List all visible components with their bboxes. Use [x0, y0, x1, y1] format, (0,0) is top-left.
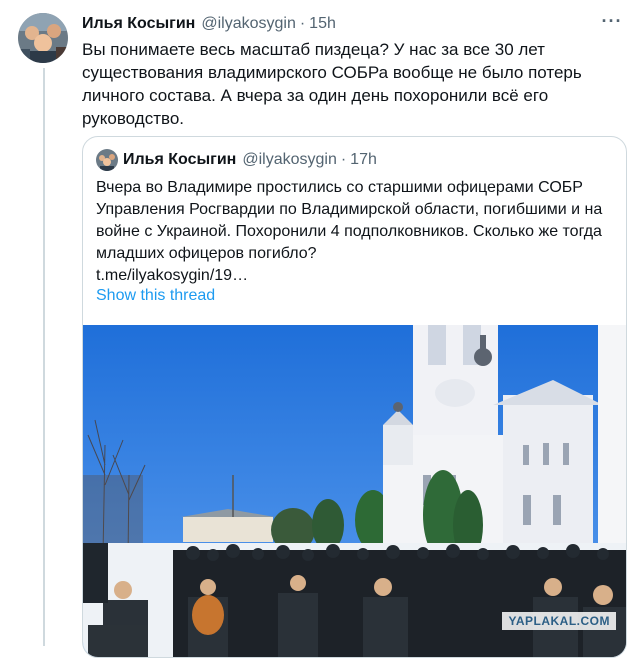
quoted-tweet-header: Илья Косыгин @ilyakosygin · 17h — [123, 149, 377, 171]
quoted-tweet-card[interactable]: Илья Косыгин @ilyakosygin · 17h Вчера во… — [82, 136, 627, 658]
author-avatar[interactable] — [18, 13, 68, 63]
crowd-church-photo — [83, 325, 626, 657]
tweet-header: Илья Косыгин @ilyakosygin · 15h — [82, 12, 620, 36]
quoted-author-avatar — [96, 149, 118, 171]
separator: · — [299, 15, 306, 32]
quoted-author-handle: @ilyakosygin — [242, 151, 337, 168]
quoted-author-name: Илья Косыгин — [123, 151, 237, 168]
tweet-text: Вы понимаете весь масштаб пиздеца? У нас… — [82, 40, 582, 128]
show-thread-link[interactable]: Show this thread — [96, 287, 215, 305]
avatar-image — [96, 149, 118, 171]
quoted-tweet-text: Вчера во Владимире простились со старшим… — [96, 177, 616, 287]
tweet-time[interactable]: 15h — [309, 15, 336, 33]
quoted-tweet-link[interactable]: t.me/ilyakosygin/19… — [96, 265, 616, 287]
more-options-icon[interactable]: ··· — [600, 12, 624, 36]
avatar-image — [18, 13, 68, 63]
author-name[interactable]: Илья Косыгин — [82, 15, 195, 33]
watermark: YAPLAKAL.COM — [502, 612, 616, 630]
separator: · — [340, 151, 347, 168]
tweet-photo[interactable]: YAPLAKAL.COM — [83, 325, 626, 657]
author-handle[interactable]: @ilyakosygin — [201, 15, 296, 33]
quoted-tweet-time: 17h — [350, 151, 377, 168]
thread-line — [43, 68, 45, 646]
quoted-tweet-body: Вчера во Владимире простились со старшим… — [96, 179, 603, 262]
